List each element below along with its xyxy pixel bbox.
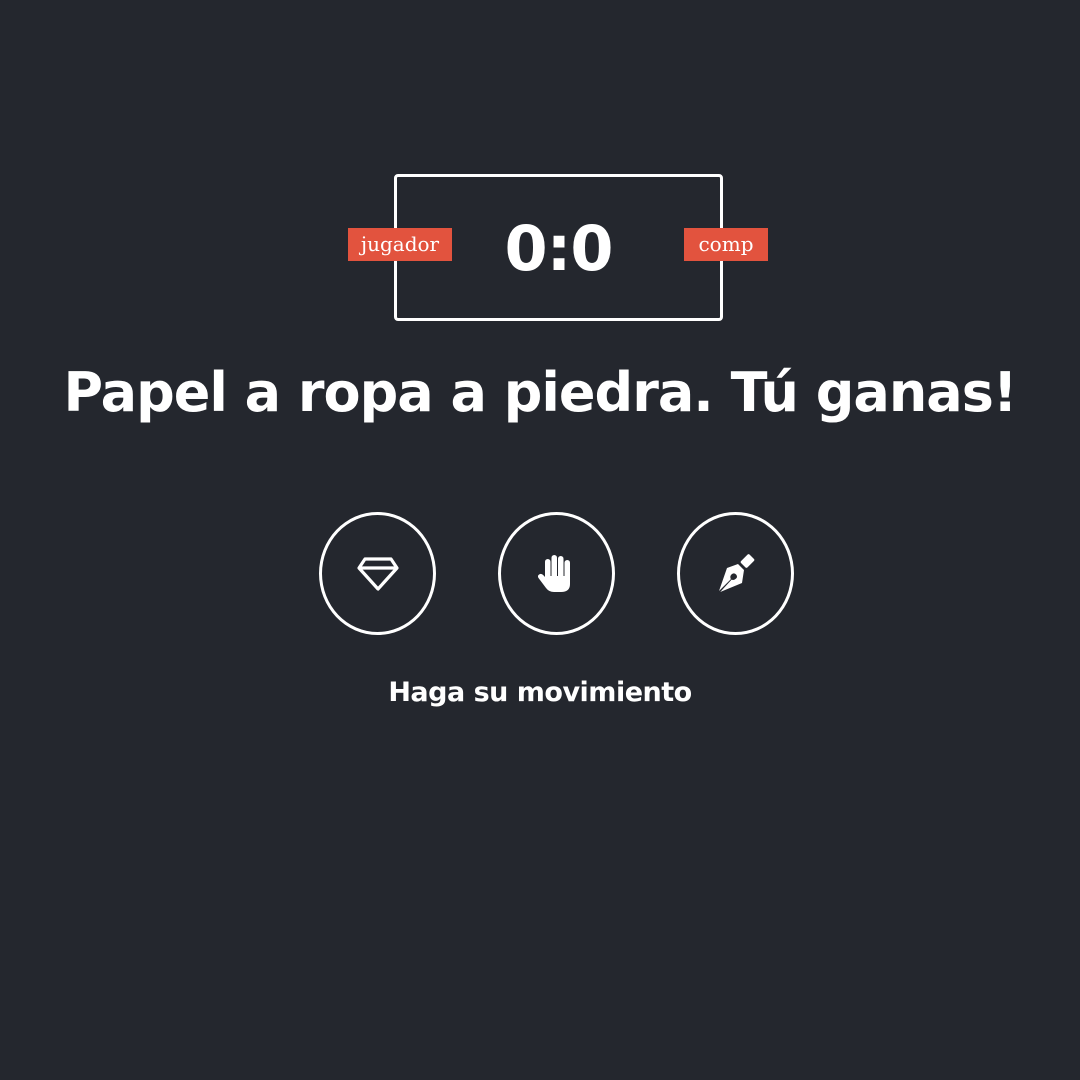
computer-badge: comp bbox=[684, 228, 768, 261]
move-prompt: Haga su movimiento bbox=[388, 677, 692, 708]
result-message: Papel a ropa a piedra. Tú ganas! bbox=[63, 361, 1018, 424]
rock-button[interactable] bbox=[319, 512, 436, 635]
pen-nib-icon bbox=[718, 553, 754, 592]
game-screen: 0:0 jugador comp Papel a ropa a piedra. … bbox=[0, 0, 1080, 1080]
scissors-button[interactable] bbox=[677, 512, 794, 635]
paper-button[interactable] bbox=[498, 512, 615, 635]
player-badge: jugador bbox=[348, 228, 452, 261]
gem-icon bbox=[356, 556, 399, 591]
hand-icon bbox=[537, 554, 570, 592]
